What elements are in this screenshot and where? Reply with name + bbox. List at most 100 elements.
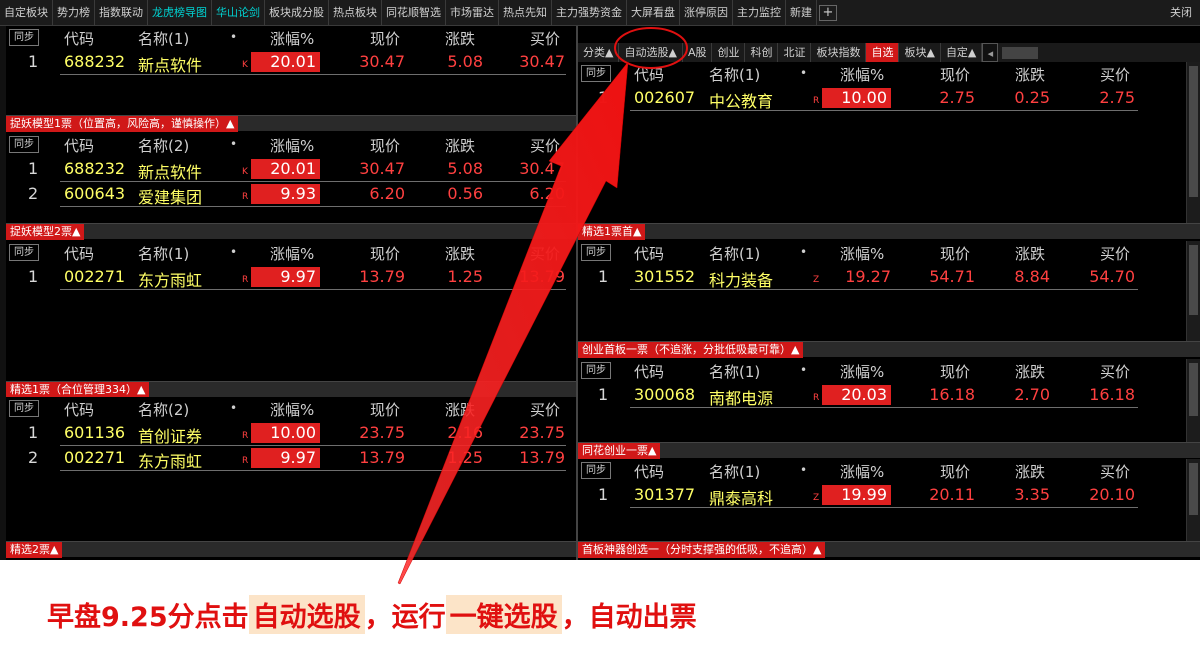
column-header-bid[interactable]: 买价 bbox=[530, 399, 560, 420]
column-header-bid[interactable]: 买价 bbox=[530, 135, 560, 156]
column-header-name[interactable]: 名称(1) bbox=[709, 243, 760, 264]
scrollbar-thumb[interactable] bbox=[1189, 363, 1198, 416]
column-header-chg[interactable]: 涨幅% bbox=[270, 399, 314, 420]
column-header-price[interactable]: 现价 bbox=[370, 135, 400, 156]
column-header-diff[interactable]: 涨跌 bbox=[1015, 361, 1045, 382]
category-tab-3[interactable]: 创业 bbox=[712, 43, 746, 62]
table-row[interactable]: 1 300068 南都电源 R 20.03 16.18 2.70 16.18 bbox=[578, 383, 1138, 408]
category-tab-9[interactable]: 自定▲ bbox=[941, 43, 983, 62]
column-header-bid[interactable]: 买价 bbox=[530, 243, 560, 264]
table-row[interactable]: 2 600643 爱建集团 R 9.93 6.20 0.56 6.20 bbox=[6, 182, 576, 207]
table-row[interactable]: 1 688232 新点软件 K 20.01 30.47 5.08 30.47 bbox=[6, 50, 576, 75]
column-header-price[interactable]: 现价 bbox=[370, 243, 400, 264]
column-header-chg[interactable]: 涨幅% bbox=[840, 243, 884, 264]
column-header-chg[interactable]: 涨幅% bbox=[270, 28, 314, 49]
section-title-button[interactable]: 捉妖模型1票（位置高，风险高，谨慎操作）▲ bbox=[6, 116, 239, 132]
column-header-chg[interactable]: 涨幅% bbox=[270, 135, 314, 156]
column-header-dot[interactable]: • bbox=[800, 463, 807, 477]
sync-toggle-button[interactable]: 同步 bbox=[9, 29, 39, 46]
section-title-button[interactable]: 精选1票（合位管理334）▲ bbox=[6, 382, 150, 398]
column-header-chg[interactable]: 涨幅% bbox=[840, 461, 884, 482]
sync-toggle-button[interactable]: 同步 bbox=[9, 400, 39, 417]
top-tab-7[interactable]: 同花顺智选 bbox=[382, 0, 446, 26]
top-tab-3[interactable]: 龙虎榜导图 bbox=[148, 0, 212, 26]
column-header-bid[interactable]: 买价 bbox=[530, 28, 560, 49]
top-tab-14[interactable]: 新建 bbox=[786, 0, 817, 26]
column-header-diff[interactable]: 涨跌 bbox=[445, 243, 475, 264]
column-header-diff[interactable]: 涨跌 bbox=[1015, 461, 1045, 482]
column-header-name[interactable]: 名称(1) bbox=[138, 28, 189, 49]
table-row[interactable]: 1 688232 新点软件 K 20.01 30.47 5.08 30.47 bbox=[6, 157, 576, 182]
column-header-code[interactable]: 代码 bbox=[634, 243, 664, 264]
tab-scroll-track[interactable] bbox=[1002, 46, 1039, 59]
category-tab-0[interactable]: 分类▲ bbox=[578, 43, 620, 62]
top-tab-13[interactable]: 主力监控 bbox=[733, 0, 786, 26]
column-header-diff[interactable]: 涨跌 bbox=[445, 135, 475, 156]
top-tab-9[interactable]: 热点先知 bbox=[499, 0, 552, 26]
column-header-name[interactable]: 名称(1) bbox=[709, 461, 760, 482]
column-header-dot[interactable]: • bbox=[230, 245, 237, 259]
sync-toggle-button[interactable]: 同步 bbox=[9, 136, 39, 153]
column-header-bid[interactable]: 买价 bbox=[1100, 361, 1130, 382]
section-title-button[interactable]: 创业首板一票（不追涨，分批低吸最可靠）▲ bbox=[578, 342, 804, 358]
column-header-chg[interactable]: 涨幅% bbox=[840, 64, 884, 85]
column-header-diff[interactable]: 涨跌 bbox=[1015, 243, 1045, 264]
category-tab-7[interactable]: 自选 bbox=[866, 43, 900, 62]
column-header-price[interactable]: 现价 bbox=[370, 28, 400, 49]
column-header-code[interactable]: 代码 bbox=[64, 243, 94, 264]
table-row[interactable]: 1 601136 首创证券 R 10.00 23.75 2.16 23.75 bbox=[6, 421, 576, 446]
table-row[interactable]: 2 002271 东方雨虹 R 9.97 13.79 1.25 13.79 bbox=[6, 446, 576, 471]
column-header-dot[interactable]: • bbox=[230, 401, 237, 415]
scroll-left-icon[interactable]: ◂ bbox=[982, 43, 999, 62]
column-header-price[interactable]: 现价 bbox=[370, 399, 400, 420]
vertical-scrollbar[interactable] bbox=[1186, 62, 1200, 223]
category-tab-4[interactable]: 科创 bbox=[745, 43, 779, 62]
column-header-bid[interactable]: 买价 bbox=[1100, 461, 1130, 482]
scrollbar-thumb[interactable] bbox=[1189, 463, 1198, 515]
sync-toggle-button[interactable]: 同步 bbox=[581, 362, 611, 379]
top-tab-6[interactable]: 热点板块 bbox=[329, 0, 382, 26]
top-tab-2[interactable]: 指数联动 bbox=[95, 0, 148, 26]
column-header-price[interactable]: 现价 bbox=[940, 461, 970, 482]
section-title-button[interactable]: 捉妖模型2票▲ bbox=[6, 224, 85, 240]
column-header-price[interactable]: 现价 bbox=[940, 64, 970, 85]
section-title-button[interactable]: 首板神器创选一（分时支撑强的低吸，不追高）▲ bbox=[578, 542, 826, 558]
category-tab-6[interactable]: 板块指数 bbox=[811, 43, 867, 62]
column-header-dot[interactable]: • bbox=[230, 137, 237, 151]
column-header-name[interactable]: 名称(1) bbox=[709, 64, 760, 85]
column-header-dot[interactable]: • bbox=[230, 30, 237, 44]
column-header-name[interactable]: 名称(2) bbox=[138, 135, 189, 156]
category-tab-1[interactable]: 自动选股▲ bbox=[619, 43, 683, 62]
table-row[interactable]: 1 002271 东方雨虹 R 9.97 13.79 1.25 13.79 bbox=[6, 265, 576, 290]
sync-toggle-button[interactable]: 同步 bbox=[9, 244, 39, 261]
column-header-code[interactable]: 代码 bbox=[64, 28, 94, 49]
scrollbar-thumb[interactable] bbox=[1189, 245, 1198, 315]
section-title-button[interactable]: 精选1票首▲ bbox=[578, 224, 646, 240]
category-tab-5[interactable]: 北证 bbox=[778, 43, 812, 62]
column-header-diff[interactable]: 涨跌 bbox=[445, 28, 475, 49]
column-header-code[interactable]: 代码 bbox=[634, 64, 664, 85]
vertical-scrollbar[interactable] bbox=[1186, 241, 1200, 341]
sync-toggle-button[interactable]: 同步 bbox=[581, 65, 611, 82]
scrollbar-thumb[interactable] bbox=[1189, 66, 1198, 197]
top-tab-5[interactable]: 板块成分股 bbox=[265, 0, 329, 26]
top-tab-10[interactable]: 主力强势资金 bbox=[552, 0, 627, 26]
column-header-chg[interactable]: 涨幅% bbox=[840, 361, 884, 382]
top-tab-8[interactable]: 市场雷达 bbox=[446, 0, 499, 26]
column-header-code[interactable]: 代码 bbox=[64, 399, 94, 420]
table-row[interactable]: 1 301552 科力装备 Z 19.27 54.71 8.84 54.70 bbox=[578, 265, 1138, 290]
sync-toggle-button[interactable]: 同步 bbox=[581, 244, 611, 261]
add-tab-button[interactable]: + bbox=[819, 4, 837, 21]
top-tab-12[interactable]: 涨停原因 bbox=[680, 0, 733, 26]
category-tab-2[interactable]: A股 bbox=[683, 43, 713, 62]
column-header-price[interactable]: 现价 bbox=[940, 361, 970, 382]
top-tab-11[interactable]: 大屏看盘 bbox=[627, 0, 680, 26]
table-row[interactable]: 1 002607 中公教育 R 10.00 2.75 0.25 2.75 bbox=[578, 86, 1138, 111]
table-row[interactable]: 1 301377 鼎泰高科 Z 19.99 20.11 3.35 20.10 bbox=[578, 483, 1138, 508]
column-header-code[interactable]: 代码 bbox=[634, 361, 664, 382]
column-header-dot[interactable]: • bbox=[800, 363, 807, 377]
top-tab-0[interactable]: 自定板块 bbox=[0, 0, 53, 26]
vertical-scrollbar[interactable] bbox=[1186, 459, 1200, 541]
category-tab-8[interactable]: 板块▲ bbox=[899, 43, 941, 62]
column-header-name[interactable]: 名称(2) bbox=[138, 399, 189, 420]
